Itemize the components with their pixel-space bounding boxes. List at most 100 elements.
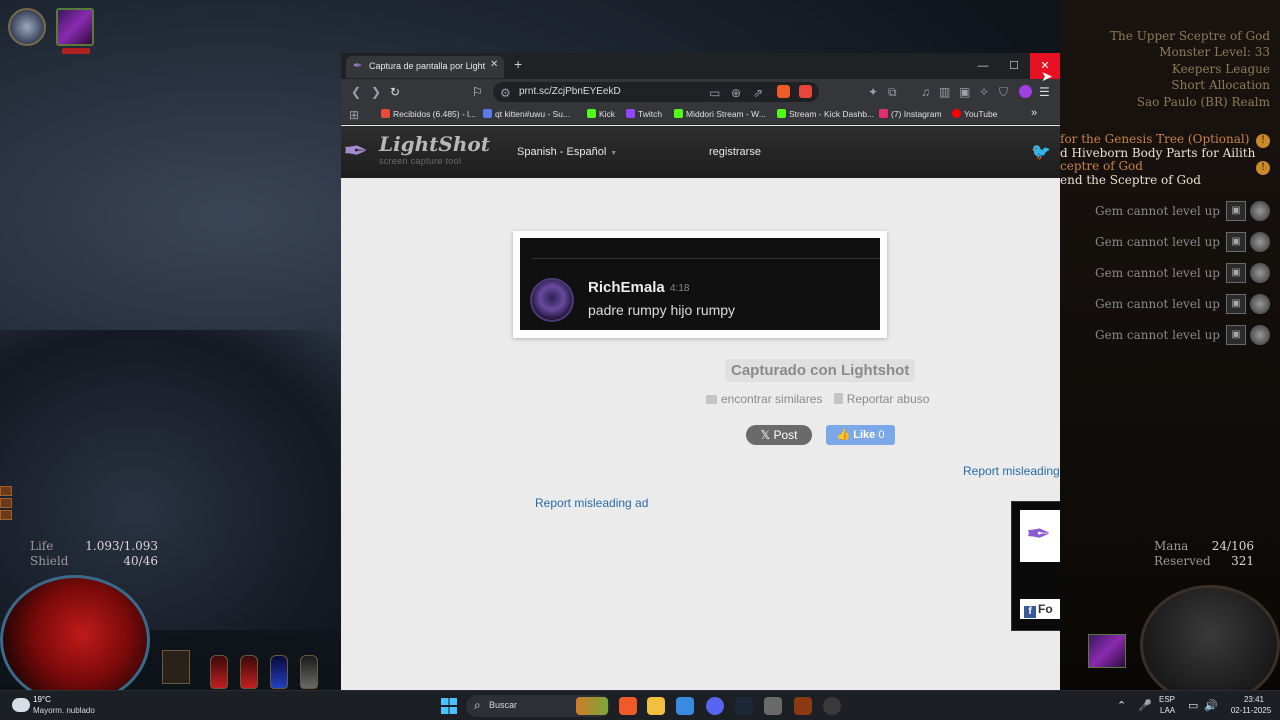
chrome-icon[interactable] — [823, 697, 841, 715]
bookmark-twitch[interactable]: Twitch — [626, 109, 662, 119]
address-bar[interactable]: ⚙ prnt.sc/ZcjPbnEYEekD ▭ ⊕ ⇗ — [493, 82, 819, 102]
cast-icon[interactable]: ▭ — [709, 85, 720, 101]
network-icon[interactable]: ▭ — [1188, 699, 1198, 712]
gem-icon[interactable] — [1250, 232, 1270, 252]
brave-shield-icon[interactable] — [777, 85, 790, 98]
minimize-icon[interactable]: — — [968, 53, 998, 79]
apps-grid-icon[interactable]: ⊞ — [349, 107, 359, 123]
bookmark-kick[interactable]: Kick — [587, 109, 615, 119]
brave-rewards-icon[interactable] — [799, 85, 812, 98]
life-flask[interactable] — [240, 655, 258, 689]
ad-facebook-button[interactable]: f Fo — [1020, 599, 1060, 619]
clock-time[interactable]: 23:41 — [1236, 695, 1272, 704]
bookmark-gmail[interactable]: Recibidos (6.485) - l... — [381, 109, 476, 119]
screenshot-image[interactable]: RichEmala 4:18 padre rumpy hijo rumpy — [520, 238, 880, 330]
side-menu-button[interactable] — [0, 486, 12, 496]
skill-slot[interactable] — [162, 650, 190, 684]
bookmark-icon[interactable]: ⚐ — [472, 84, 483, 100]
captured-with-lightshot[interactable]: Capturado con Lightshot — [725, 359, 916, 382]
keyboard-layout[interactable]: LAA — [1160, 706, 1175, 715]
tab-close-icon[interactable]: ✕ — [490, 59, 498, 70]
life-stats: Life 1.093/1.093 Shield 40/46 — [30, 539, 158, 569]
ad-banner[interactable]: ✒ f Fo — [1011, 501, 1060, 631]
back-icon[interactable]: ❮ — [351, 84, 361, 100]
like-count: 0 — [878, 429, 885, 441]
game-app-icon[interactable] — [764, 697, 782, 715]
quest-icon[interactable]: ! — [1256, 134, 1270, 148]
taskbar-search[interactable]: ⌕ Buscar — [466, 695, 610, 717]
gem-frame-icon[interactable]: ▣ — [1226, 232, 1246, 252]
report-misleading-ad-link[interactable]: Report misleading ad — [535, 496, 648, 510]
mana-stats: Mana 24/106 Reserved 321 — [1154, 539, 1254, 569]
brave-browser-icon[interactable] — [619, 697, 637, 715]
clock-date[interactable]: 02-11-2025 — [1226, 706, 1276, 715]
ad-image: ✒ — [1020, 510, 1060, 562]
utility-flask[interactable] — [300, 655, 318, 689]
lightshot-logo[interactable]: LightShot — [379, 132, 490, 156]
facebook-like-button[interactable]: 👍 Like 0 — [826, 425, 895, 445]
skill-icon[interactable] — [1088, 634, 1126, 668]
register-link[interactable]: registrarse — [709, 146, 761, 158]
gem-icon[interactable] — [1250, 263, 1270, 283]
gem-frame-icon[interactable]: ▣ — [1226, 294, 1246, 314]
zoom-icon[interactable]: ⊕ — [731, 85, 741, 101]
language-select[interactable]: Spanish - Español ▼ — [517, 146, 617, 158]
twitter-icon[interactable]: 🐦 — [1031, 142, 1051, 162]
bookmark-kick-dashboard[interactable]: Stream - Kick Dashb... — [777, 109, 874, 119]
bookmark-instagram[interactable]: (7) Instagram — [879, 109, 942, 119]
forward-icon[interactable]: ❯ — [371, 84, 381, 100]
bookmark-middori[interactable]: Middori Stream - W... — [674, 109, 766, 119]
gem-frame-icon[interactable]: ▣ — [1226, 201, 1246, 221]
bookmark-kitten[interactable]: qt kitten#uwu - Su... — [483, 109, 570, 119]
browser-tab[interactable]: ✒ Captura de pantalla por Lightshot ✕ — [346, 56, 504, 78]
volume-icon[interactable]: 🔊 — [1204, 699, 1218, 712]
more-bookmarks-icon[interactable]: » — [1031, 107, 1037, 119]
steam-icon[interactable] — [735, 697, 753, 715]
gem-icon[interactable] — [1250, 325, 1270, 345]
new-tab-icon[interactable]: + — [514, 56, 522, 72]
vpn-icon[interactable]: ⛉ — [999, 84, 1008, 100]
media-icon[interactable]: ♫ — [921, 84, 930, 100]
chevron-up-icon[interactable]: ⌃ — [1117, 699, 1126, 712]
side-menu-button[interactable] — [0, 498, 12, 508]
reload-icon[interactable]: ↻ — [390, 84, 400, 100]
find-similar-link[interactable]: encontrar similares — [706, 392, 822, 406]
cloud-icon[interactable] — [12, 698, 30, 712]
skill-portrait-icon[interactable] — [56, 8, 94, 46]
gem-notice: Gem cannot level up ▣ — [1060, 324, 1278, 348]
report-misleading-ad-link[interactable]: Report misleading a — [963, 464, 1060, 478]
x-post-button[interactable]: 𝕏 Post — [746, 425, 812, 445]
gem-frame-icon[interactable]: ▣ — [1226, 263, 1246, 283]
keyboard-language[interactable]: ESP — [1159, 695, 1175, 704]
sidebar-icon[interactable]: ▥ — [939, 84, 950, 100]
side-menu-button[interactable] — [0, 510, 12, 520]
bookmark-youtube[interactable]: YouTube — [952, 109, 997, 119]
discord-icon[interactable] — [706, 697, 724, 715]
lightshot-feather-icon: ✒ — [343, 135, 369, 168]
gem-icon[interactable] — [1250, 294, 1270, 314]
weather-temperature[interactable]: 19°C — [33, 695, 51, 704]
wallet-icon[interactable]: ▣ — [959, 84, 970, 100]
leo-ai-icon[interactable]: ✧ — [979, 84, 989, 100]
menu-icon[interactable]: ☰ — [1039, 84, 1050, 100]
share-icon[interactable]: ⇗ — [753, 85, 763, 101]
life-flask[interactable] — [210, 655, 228, 689]
game-menu-icon[interactable] — [8, 8, 46, 46]
quest-icon[interactable]: ! — [1256, 161, 1270, 175]
gem-frame-icon[interactable]: ▣ — [1226, 325, 1246, 345]
windows-start-icon[interactable] — [441, 698, 457, 714]
weather-description[interactable]: Mayorm. nublado — [33, 706, 95, 715]
maximize-icon[interactable]: ☐ — [999, 53, 1029, 79]
gem-icon[interactable] — [1250, 201, 1270, 221]
site-settings-icon[interactable]: ⚙ — [500, 85, 511, 101]
screenshot-icon[interactable]: ⧉ — [888, 84, 897, 100]
mana-flask[interactable] — [270, 655, 288, 689]
microphone-icon[interactable]: 🎤 — [1138, 699, 1152, 712]
extensions-icon[interactable]: ✦ — [868, 84, 878, 100]
gem-notice: Gem cannot level up ▣ — [1060, 293, 1278, 317]
file-explorer-icon[interactable] — [647, 697, 665, 715]
path-of-exile-icon[interactable] — [794, 697, 812, 715]
report-abuse-link[interactable]: Reportar abuso — [833, 392, 929, 406]
microsoft-store-icon[interactable] — [676, 697, 694, 715]
profile-icon[interactable] — [1019, 85, 1032, 98]
